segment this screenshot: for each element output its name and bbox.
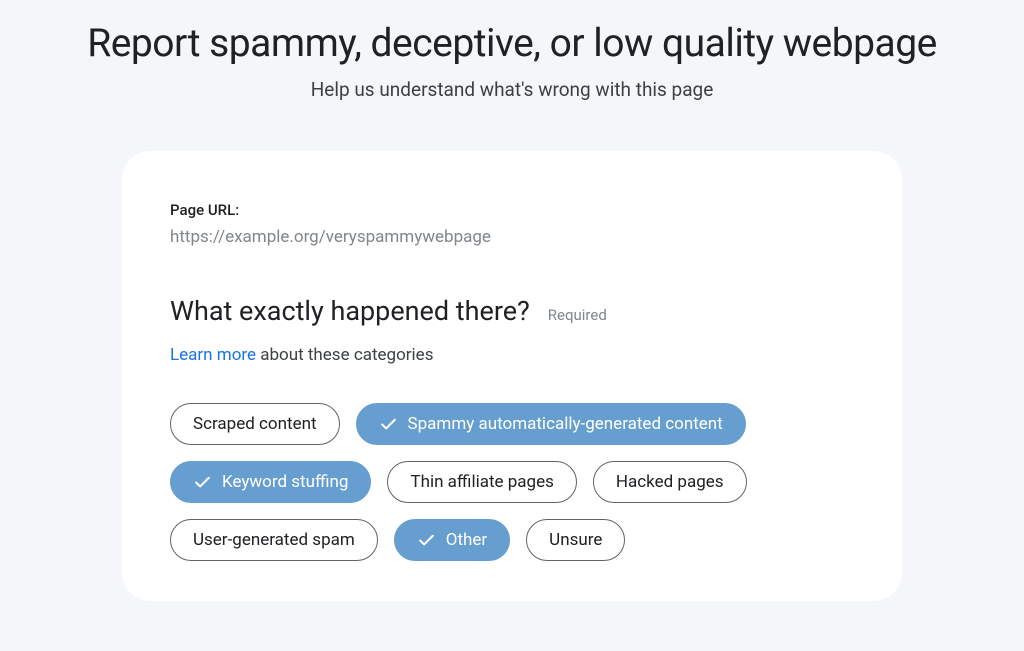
report-card: Page URL: https://example.org/veryspammy…	[122, 151, 902, 601]
category-chip[interactable]: Unsure	[526, 519, 625, 561]
chip-label: User-generated spam	[193, 530, 355, 550]
learn-more-suffix: about these categories	[256, 345, 433, 365]
chip-label: Other	[446, 530, 487, 550]
chip-label: Unsure	[549, 530, 602, 550]
category-chip[interactable]: Other	[394, 519, 510, 561]
page-subtitle: Help us understand what's wrong with thi…	[30, 78, 994, 101]
url-value: https://example.org/veryspammywebpage	[170, 227, 854, 247]
category-chip[interactable]: Thin affiliate pages	[387, 461, 576, 503]
chip-label: Spammy automatically-generated content	[408, 414, 723, 434]
category-chips: Scraped content Spammy automatically-gene…	[170, 403, 854, 561]
learn-more-link[interactable]: Learn more	[170, 345, 256, 365]
required-badge: Required	[548, 306, 607, 324]
category-chip[interactable]: Spammy automatically-generated content	[356, 403, 746, 445]
url-label: Page URL:	[170, 201, 854, 219]
category-chip[interactable]: Keyword stuffing	[170, 461, 371, 503]
question-title: What exactly happened there?	[170, 295, 530, 327]
learn-more-text: Learn more about these categories	[170, 345, 854, 365]
category-chip[interactable]: User-generated spam	[170, 519, 378, 561]
check-icon	[193, 473, 212, 492]
chip-label: Thin affiliate pages	[410, 472, 553, 492]
check-icon	[417, 531, 436, 550]
check-icon	[379, 415, 398, 434]
chip-label: Scraped content	[193, 414, 317, 434]
category-chip[interactable]: Hacked pages	[593, 461, 747, 503]
page-title: Report spammy, deceptive, or low quality…	[30, 20, 994, 66]
category-chip[interactable]: Scraped content	[170, 403, 340, 445]
chip-label: Hacked pages	[616, 472, 724, 492]
chip-label: Keyword stuffing	[222, 472, 348, 492]
